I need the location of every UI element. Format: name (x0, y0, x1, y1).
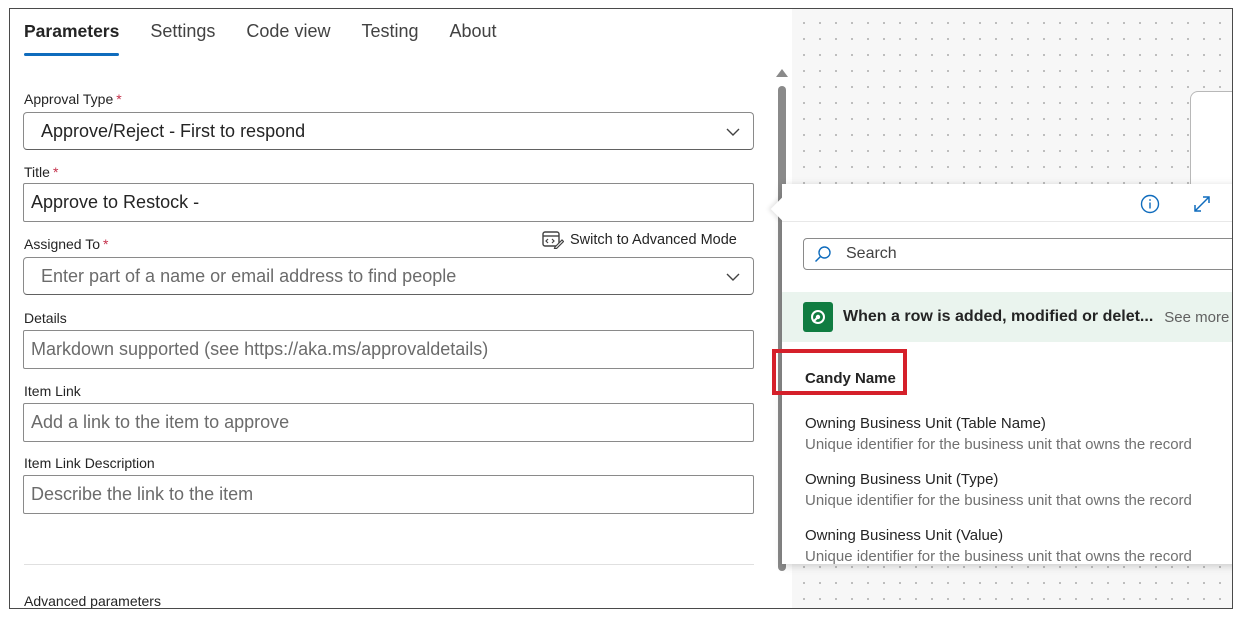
item-link-label: Item Link (24, 383, 81, 399)
dynamic-content-item[interactable]: Owning Business Unit (Value) Unique iden… (805, 527, 1192, 565)
title-input[interactable]: Approve to Restock - (23, 183, 754, 222)
advanced-parameters-label[interactable]: Advanced parameters (24, 593, 161, 608)
details-input[interactable]: Markdown supported (see https://aka.ms/a… (23, 330, 754, 369)
assigned-to-placeholder: Enter part of a name or email address to… (41, 265, 457, 286)
item-link-description-placeholder: Describe the link to the item (31, 484, 254, 504)
parameters-panel: Parameters Settings Code view Testing Ab… (10, 9, 792, 608)
details-placeholder: Markdown supported (see https://aka.ms/a… (31, 339, 489, 359)
item-description: Unique identifier for the business unit … (805, 492, 1192, 509)
item-link-placeholder: Add a link to the item to approve (31, 412, 290, 432)
item-title: Owning Business Unit (Type) (805, 471, 999, 488)
tab-code-view[interactable]: Code view (246, 21, 330, 56)
expand-icon[interactable] (1192, 194, 1212, 214)
tab-parameters[interactable]: Parameters (24, 21, 120, 56)
tab-settings[interactable]: Settings (150, 21, 215, 56)
dataverse-icon (803, 302, 833, 332)
trigger-section-header: When a row is added, modified or delet..… (782, 292, 1232, 342)
tab-bar: Parameters Settings Code view Testing Ab… (24, 21, 528, 56)
assigned-to-label: Assigned To * (24, 236, 109, 252)
assigned-to-dropdown[interactable]: Enter part of a name or email address to… (23, 257, 754, 295)
item-link-input[interactable]: Add a link to the item to approve (23, 403, 754, 442)
required-mark: * (116, 91, 122, 107)
chevron-down-icon (726, 273, 740, 281)
details-label: Details (24, 310, 67, 326)
item-link-description-input[interactable]: Describe the link to the item (23, 475, 754, 514)
popover-header (782, 184, 1232, 222)
item-link-description-label: Item Link Description (24, 455, 155, 471)
approval-type-dropdown[interactable]: Approve/Reject - First to respond (23, 112, 754, 150)
switch-advanced-mode-button[interactable]: Switch to Advanced Mode (542, 231, 737, 249)
title-value: Approve to Restock - (31, 192, 200, 212)
item-description: Unique identifier for the business unit … (805, 436, 1192, 453)
required-mark: * (52, 164, 59, 180)
required-mark: * (103, 236, 109, 252)
dynamic-content-item[interactable]: Owning Business Unit (Type) Unique ident… (805, 471, 1192, 509)
approval-type-value: Approve/Reject - First to respond (41, 120, 306, 141)
tab-about[interactable]: About (450, 21, 497, 56)
approval-type-label: Approval Type * (24, 91, 122, 107)
info-icon[interactable] (1140, 194, 1160, 214)
item-title: Owning Business Unit (Table Name) (805, 415, 1046, 432)
trigger-name: When a row is added, modified or delet..… (843, 308, 1154, 325)
scroll-up-arrow[interactable] (776, 69, 788, 77)
annotation-highlight-box (772, 349, 907, 395)
see-more-link[interactable]: See more (1164, 309, 1229, 326)
advanced-mode-icon (542, 231, 564, 249)
title-label: Title * (24, 164, 59, 180)
app-frame: Parameters Settings Code view Testing Ab… (9, 8, 1233, 609)
search-icon (814, 246, 831, 263)
item-description: Unique identifier for the business unit … (805, 548, 1192, 565)
tab-testing[interactable]: Testing (361, 21, 418, 56)
chevron-down-icon (726, 128, 740, 136)
dynamic-content-search-input[interactable]: Search (803, 238, 1232, 270)
switch-advanced-mode-label: Switch to Advanced Mode (570, 232, 737, 248)
search-placeholder: Search (846, 245, 897, 262)
item-title: Owning Business Unit (Value) (805, 527, 1004, 544)
divider (24, 564, 754, 565)
dynamic-content-item[interactable]: Owning Business Unit (Table Name) Unique… (805, 415, 1192, 453)
